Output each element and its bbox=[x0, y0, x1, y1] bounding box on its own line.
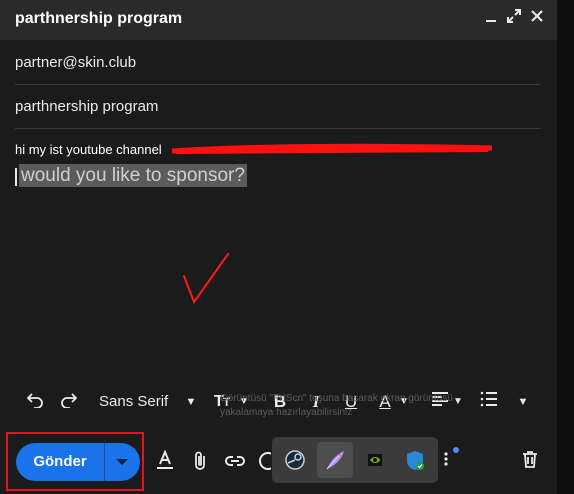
text-format-icon[interactable] bbox=[153, 449, 177, 474]
font-family-select[interactable]: Sans Serif bbox=[99, 390, 168, 414]
expand-icon[interactable] bbox=[504, 9, 524, 29]
recipient-value: partner@skin.club bbox=[15, 54, 137, 71]
checkmark-annotation bbox=[183, 253, 229, 305]
attach-icon[interactable] bbox=[188, 450, 212, 474]
emoji-icon[interactable] bbox=[257, 450, 271, 474]
font-select-chevron-icon[interactable]: ▼ bbox=[183, 390, 199, 414]
compose-title-bar[interactable]: parthnership program bbox=[0, 0, 557, 40]
link-icon[interactable] bbox=[223, 450, 247, 474]
compose-title: parthnership program bbox=[15, 10, 183, 27]
feather-app-icon[interactable] bbox=[317, 442, 353, 478]
minimize-icon[interactable] bbox=[481, 9, 501, 29]
subject-value: parthnership program bbox=[15, 98, 159, 115]
redaction-scribble bbox=[172, 143, 492, 154]
close-icon[interactable] bbox=[527, 9, 547, 29]
redo-icon[interactable] bbox=[57, 390, 81, 414]
system-tray-popup bbox=[272, 437, 438, 483]
undo-icon[interactable] bbox=[23, 390, 47, 414]
screenshot-hint-overlay: Görüntüsü "PrtScn" tuşuna basarak ekran … bbox=[220, 393, 453, 418]
more-vert-icon[interactable] bbox=[434, 450, 458, 474]
recipient-field[interactable]: partner@skin.club bbox=[15, 41, 540, 85]
body-line-1: hi my ist youtube channel bbox=[15, 142, 162, 157]
text-cursor bbox=[15, 168, 17, 186]
nvidia-icon[interactable] bbox=[357, 442, 393, 478]
send-highlight-annotation bbox=[6, 432, 144, 491]
background-strip bbox=[557, 0, 574, 494]
selected-text: would you like to sponsor? bbox=[19, 164, 247, 187]
numbered-list-icon[interactable] bbox=[478, 390, 500, 414]
steam-icon[interactable] bbox=[277, 442, 313, 478]
defender-shield-icon[interactable] bbox=[397, 442, 433, 478]
trash-icon[interactable] bbox=[518, 450, 542, 474]
more-formatting-icon[interactable]: ▼ bbox=[515, 390, 531, 414]
subject-field[interactable]: parthnership program bbox=[15, 85, 540, 129]
compose-window: parthnership program partner@skin.club p… bbox=[0, 0, 557, 494]
